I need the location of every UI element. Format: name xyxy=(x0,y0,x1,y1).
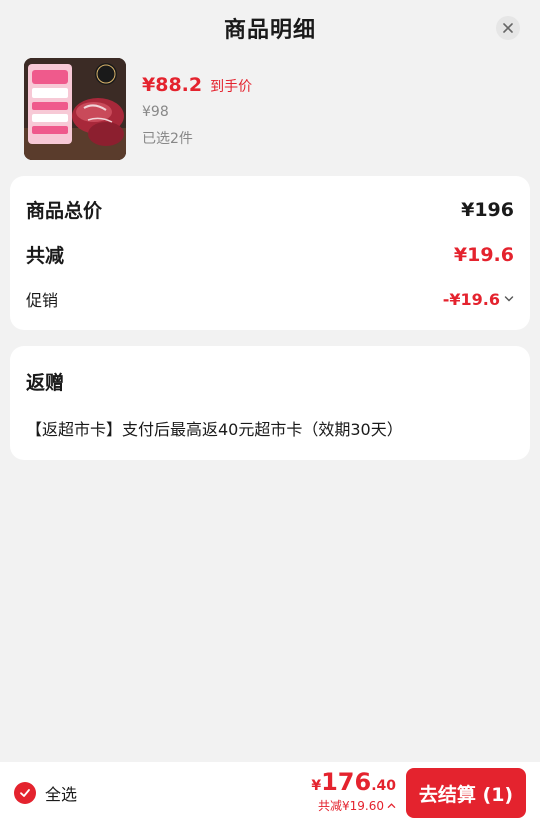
checkout-bar: 全选 ¥ 176 .40 共减¥19.60 去结算 (1) xyxy=(0,762,540,824)
selected-count: 已选2件 xyxy=(142,131,193,147)
close-button[interactable] xyxy=(496,16,520,40)
promo-label: 促销 xyxy=(26,291,59,310)
price-row: ¥88.2 到手价 xyxy=(142,74,252,96)
chevron-up-icon xyxy=(387,803,396,808)
promo-value-toggle[interactable]: -¥19.6 xyxy=(443,290,514,309)
select-all-label: 全选 xyxy=(45,785,78,804)
check-icon xyxy=(20,789,30,797)
reduce-value: ¥19.6 xyxy=(453,243,514,266)
gift-description: 【返超市卡】支付后最高返40元超市卡（效期30天） xyxy=(26,420,403,439)
gift-card: 返赠 【返超市卡】支付后最高返40元超市卡（效期30天） xyxy=(10,346,530,460)
product-image xyxy=(24,58,126,160)
promo-row[interactable]: 促销 -¥19.6 xyxy=(26,287,514,311)
total-row: 商品总价 ¥196 xyxy=(26,196,514,223)
footer-reduce-toggle[interactable]: 共减¥19.60 xyxy=(311,797,396,814)
total-value: ¥196 xyxy=(461,198,514,221)
final-price: ¥88.2 xyxy=(142,74,203,96)
price-summary-card: 商品总价 ¥196 共减 ¥19.6 促销 -¥19.6 xyxy=(10,176,530,330)
gift-title: 返赠 xyxy=(26,372,65,394)
product-summary: ¥88.2 到手价 ¥98 已选2件 xyxy=(24,58,524,162)
final-price-tag: 到手价 xyxy=(210,79,253,95)
select-all-toggle[interactable]: 全选 xyxy=(14,781,77,805)
footer-total: ¥ 176 .40 共减¥19.60 xyxy=(311,768,396,814)
total-decimal: .40 xyxy=(371,778,396,794)
chevron-down-icon xyxy=(504,296,514,302)
product-info: ¥88.2 到手价 ¥98 已选2件 xyxy=(142,74,252,148)
reduce-row: 共减 ¥19.6 xyxy=(26,241,514,268)
original-price: ¥98 xyxy=(142,104,169,120)
footer-reduce: 共减¥19.60 xyxy=(318,799,384,813)
page-title: 商品明细 xyxy=(223,18,316,43)
reduce-label: 共减 xyxy=(26,245,65,267)
currency-symbol: ¥ xyxy=(311,778,322,794)
total-label: 商品总价 xyxy=(26,200,103,222)
checkout-button[interactable]: 去结算 (1) xyxy=(406,768,526,818)
footer-total-price: ¥ 176 .40 xyxy=(311,768,396,796)
header: 商品明细 xyxy=(0,0,540,56)
promo-value: -¥19.6 xyxy=(442,289,500,309)
close-icon xyxy=(503,23,513,33)
total-integer: 176 xyxy=(321,768,372,796)
checkbox-checked[interactable] xyxy=(14,782,36,804)
